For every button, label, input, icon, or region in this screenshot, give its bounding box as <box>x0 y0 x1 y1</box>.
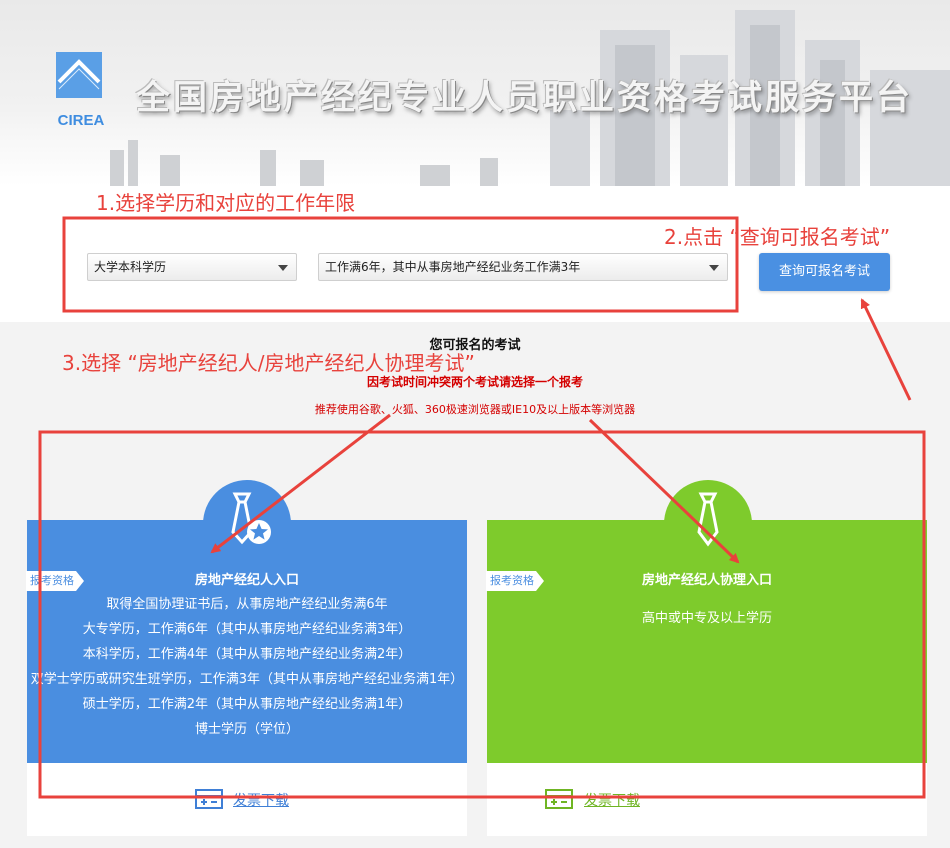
requirement-item: 本科学历，工作满4年（其中从事房地产经纪业务满2年） <box>82 647 412 662</box>
annotation-step-3: 3.选择 “房地产经纪人/房地产经纪人协理考试” <box>62 351 475 375</box>
assistant-card-badge <box>664 480 752 568</box>
header-banner: CIREA 全国房地产经纪专业人员职业资格考试服务平台 <box>0 0 950 186</box>
assistant-invoice-download-link[interactable]: 发票下载 <box>584 790 640 810</box>
query-exams-button[interactable]: 查询可报名考试 <box>759 253 890 291</box>
logo-text: CIREA <box>57 112 105 129</box>
requirement-item: 大专学历，工作满6年（其中从事房地产经纪业务满3年） <box>82 622 412 637</box>
site-title: 全国房地产经纪专业人员职业资格考试服务平台 <box>136 78 913 118</box>
requirement-item: 双学士学历或研究生班学历，工作满3年（其中从事房地产经纪业务满1年） <box>30 672 464 687</box>
experience-select-value: 工作满6年，其中从事房地产经纪业务工作满3年 <box>325 260 581 274</box>
requirement-item: 取得全国协理证书后，从事房地产经纪业务满6年 <box>106 597 388 612</box>
invoice-icon <box>195 789 223 809</box>
requirement-item: 博士学历（学位） <box>194 722 299 737</box>
agent-entry-link[interactable]: 房地产经纪人入口 <box>27 569 467 588</box>
requirement-item: 硕士学历，工作满2年（其中从事房地产经纪业务满1年） <box>82 697 412 712</box>
annotation-step-1: 1.选择学历和对应的工作年限 <box>96 191 356 215</box>
agent-card-badge <box>203 480 291 568</box>
necktie-star-icon <box>231 492 271 545</box>
agent-invoice-download-link[interactable]: 发票下载 <box>233 790 289 810</box>
experience-select[interactable]: 工作满6年，其中从事房地产经纪业务工作满3年 <box>318 253 728 281</box>
education-select-value: 大学本科学历 <box>94 260 167 274</box>
browser-note: 推荐使用谷歌、火狐、360极速浏览器或IE10及以上版本等浏览器 <box>314 403 636 416</box>
cirea-logo-icon <box>56 52 102 98</box>
chevron-down-icon <box>709 265 719 271</box>
chevron-down-icon <box>278 265 288 271</box>
assistant-requirement: 高中或中专及以上学历 <box>641 611 772 626</box>
necktie-icon <box>697 492 719 547</box>
annotation-step-2: 2.点击 “查询可报名考试” <box>664 225 891 249</box>
agent-requirements-list: 取得全国协理证书后，从事房地产经纪业务满6年 大专学历，工作满6年（其中从事房地… <box>27 592 467 742</box>
assistant-entry-link[interactable]: 房地产经纪人协理入口 <box>487 569 927 588</box>
invoice-icon <box>545 789 573 809</box>
education-select[interactable]: 大学本科学历 <box>87 253 297 281</box>
